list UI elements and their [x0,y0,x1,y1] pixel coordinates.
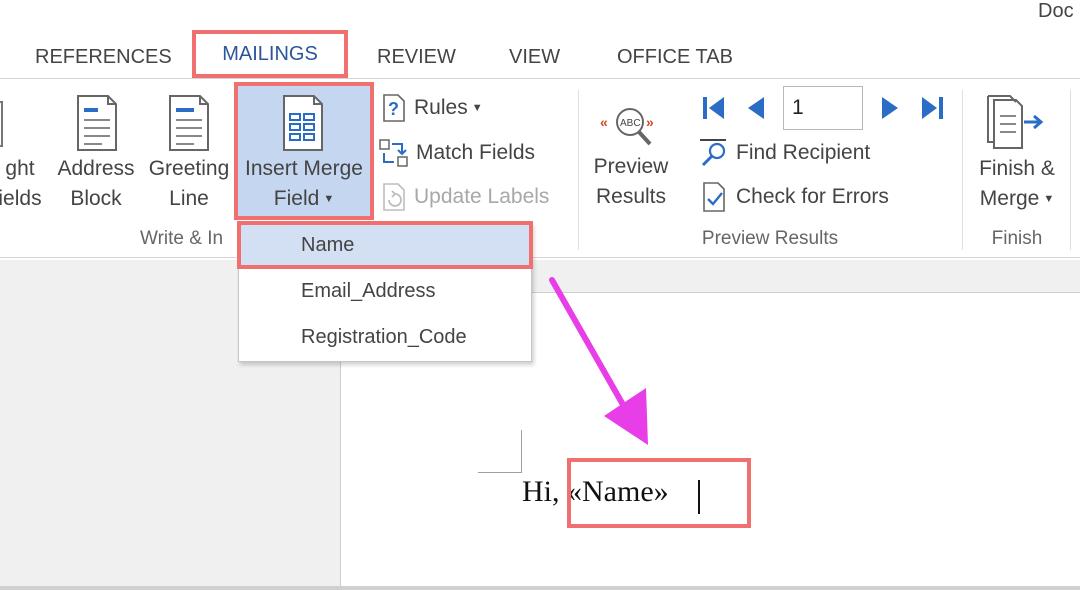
document-text-prefix: Hi, [522,475,567,508]
finish-merge-label-2: Merge [979,187,1040,210]
find-recipient-icon [700,139,726,167]
greeting-line-label-2: Line [169,187,209,210]
dropdown-item-name[interactable]: Name [237,221,533,269]
svg-text:ABC: ABC [620,118,641,129]
preview-results-label-2: Results [595,185,667,208]
update-labels-button[interactable]: Update Labels [380,179,549,215]
last-record-icon[interactable] [918,94,946,122]
margin-marker [478,472,522,473]
update-labels-label: Update Labels [414,185,550,208]
address-block-button[interactable]: Address Block [52,92,140,214]
chevron-down-icon: ▼ [471,102,483,114]
chevron-down-icon: ▼ [1043,193,1055,206]
tab-review[interactable]: REVIEW [377,42,456,72]
group-label-preview-results: Preview Results [701,228,839,249]
address-block-icon [77,95,117,151]
finish-merge-label-2-wrap: Merge ▼ [968,184,1066,214]
rules-label: Rules [414,96,468,119]
finish-merge-icon [987,95,1044,149]
dropdown-item-registration-code[interactable]: Registration_Code [239,315,531,359]
match-fields-icon [379,139,408,167]
next-record-icon[interactable] [878,94,902,122]
highlight-fields-icon [0,101,3,147]
match-fields-label: Match Fields [416,141,536,164]
window-title: Doc [1038,0,1074,22]
greeting-line-label-1: Greeting [148,157,230,180]
rules-icon: ? [383,94,405,122]
group-separator [962,90,963,250]
insert-merge-field-button[interactable]: Insert Merge Field ▼ [236,92,372,214]
preview-results-button[interactable]: « ABC » Preview Results [584,100,678,212]
tab-office-tab[interactable]: OFFICE TAB [617,42,733,72]
svg-text:?: ? [388,99,399,119]
address-block-label-1: Address [57,157,135,180]
previous-record-icon[interactable] [744,94,768,122]
tab-view[interactable]: VIEW [509,42,560,72]
group-label-write-insert: Write & In [140,228,224,249]
tab-references[interactable]: REFERENCES [35,42,172,72]
highlight-fields-label-1: ght [5,157,35,180]
preview-results-icon: « ABC » [600,108,654,146]
group-label-finish: Finish [991,228,1043,249]
finish-merge-button[interactable]: Finish & Merge ▼ [968,92,1066,214]
margin-marker [521,430,522,472]
find-recipient-label: Find Recipient [736,141,871,164]
dropdown-item-email-address[interactable]: Email_Address [239,269,531,313]
insert-merge-field-label-1: Insert Merge [245,157,363,180]
record-number-input[interactable]: 1 [783,86,863,130]
update-labels-icon [383,183,405,211]
insert-merge-field-label-2: Field [273,187,320,210]
insert-merge-field-label-2-wrap: Field ▼ [236,184,372,214]
first-record-icon[interactable] [700,94,728,122]
merge-field-highlight [567,458,751,528]
chevron-down-icon: ▼ [323,193,335,206]
group-separator [578,90,579,250]
find-recipient-button[interactable]: Find Recipient [698,135,870,171]
finish-merge-label-1: Finish & [979,157,1055,180]
greeting-line-icon [169,95,209,151]
highlight-fields-label-2: ields [0,187,42,210]
greeting-line-button[interactable]: Greeting Line [144,92,234,214]
check-for-errors-button[interactable]: Check for Errors [700,179,889,215]
tab-mailings[interactable]: MAILINGS [192,30,348,78]
svg-text:«: « [600,114,608,130]
address-block-label-2: Block [70,187,122,210]
text-cursor [698,480,700,514]
preview-results-label-1: Preview [593,155,669,178]
check-for-errors-icon [703,182,725,212]
merge-field-dropdown: Name Email_Address Registration_Code [237,221,533,362]
match-fields-button[interactable]: Match Fields [378,135,535,171]
annotation-arrow-icon [549,277,648,445]
group-separator [1070,90,1071,250]
rules-button[interactable]: ? Rules ▼ [380,90,483,126]
check-for-errors-label: Check for Errors [736,185,889,208]
highlight-merge-fields-button[interactable]: ght ields [0,96,46,214]
insert-merge-field-icon [283,95,323,151]
svg-text:»: » [646,114,654,130]
bottom-edge [0,586,1080,590]
